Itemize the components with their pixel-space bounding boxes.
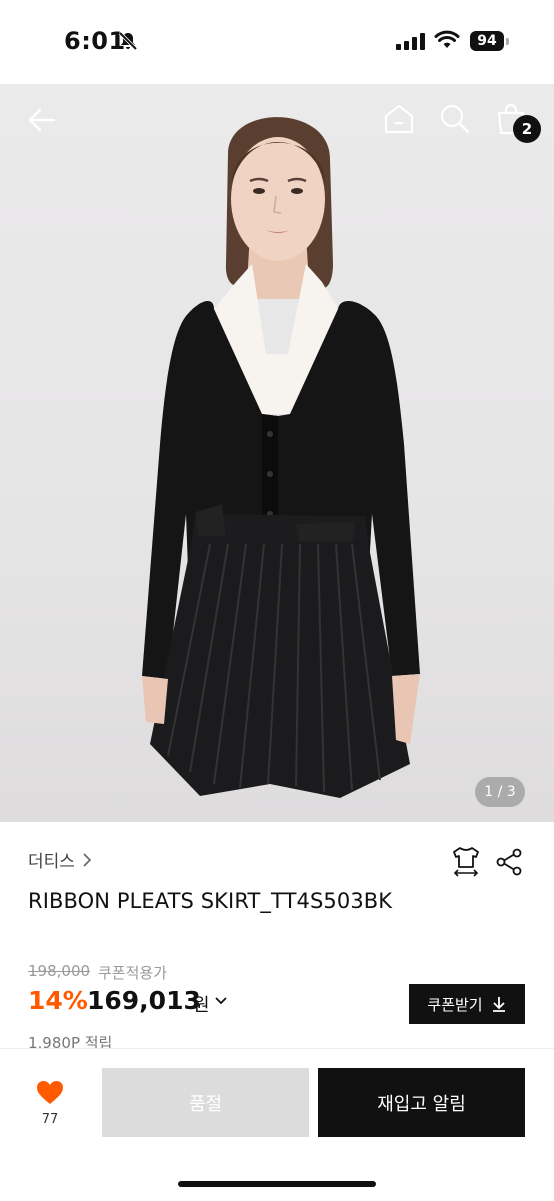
brand-name: 더티스 xyxy=(28,852,75,872)
coupon-price-note: 쿠폰적용가 xyxy=(98,964,168,982)
brand-link[interactable]: 더티스 xyxy=(28,847,93,872)
like-count: 77 xyxy=(41,1112,59,1127)
soldout-button[interactable]: 품절 xyxy=(102,1068,309,1137)
bell-muted-icon xyxy=(118,31,138,51)
download-icon xyxy=(492,997,505,1012)
restock-alert-button[interactable]: 재입고 알림 xyxy=(318,1068,525,1137)
status-bar: 6:01 94 xyxy=(0,0,554,84)
chevron-right-icon xyxy=(83,852,92,867)
image-counter: 1 / 3 xyxy=(475,777,525,807)
size-guide-icon[interactable] xyxy=(450,845,482,879)
soldout-label: 품절 xyxy=(188,1093,223,1115)
like-button[interactable]: 77 xyxy=(28,1080,72,1130)
sale-price: 169,013 xyxy=(87,986,201,1015)
restock-alert-label: 재입고 알림 xyxy=(377,1093,466,1115)
search-icon[interactable] xyxy=(438,102,472,136)
get-coupon-button[interactable]: 쿠폰받기 xyxy=(409,984,525,1024)
discount-rate: 14% xyxy=(28,986,88,1015)
heart-icon xyxy=(37,1081,63,1104)
product-image-gallery[interactable] xyxy=(0,84,554,822)
battery-indicator: 94 xyxy=(470,31,504,51)
share-icon[interactable] xyxy=(494,847,524,877)
cart-count-badge[interactable]: 2 xyxy=(513,115,541,143)
original-price: 198,000 xyxy=(28,962,91,980)
home-indicator xyxy=(178,1181,376,1187)
cellular-signal-icon xyxy=(396,32,425,50)
chevron-down-icon[interactable] xyxy=(214,996,228,1006)
home-icon[interactable] xyxy=(382,102,416,136)
get-coupon-label: 쿠폰받기 xyxy=(427,995,483,1014)
wifi-icon xyxy=(434,30,460,48)
currency-unit: 원 xyxy=(193,995,210,1016)
product-name: RIBBON PLEATS SKIRT_TT4S503BK xyxy=(28,889,393,913)
back-arrow-icon[interactable] xyxy=(26,104,58,136)
product-photo xyxy=(142,117,420,798)
battery-tip xyxy=(506,38,509,45)
